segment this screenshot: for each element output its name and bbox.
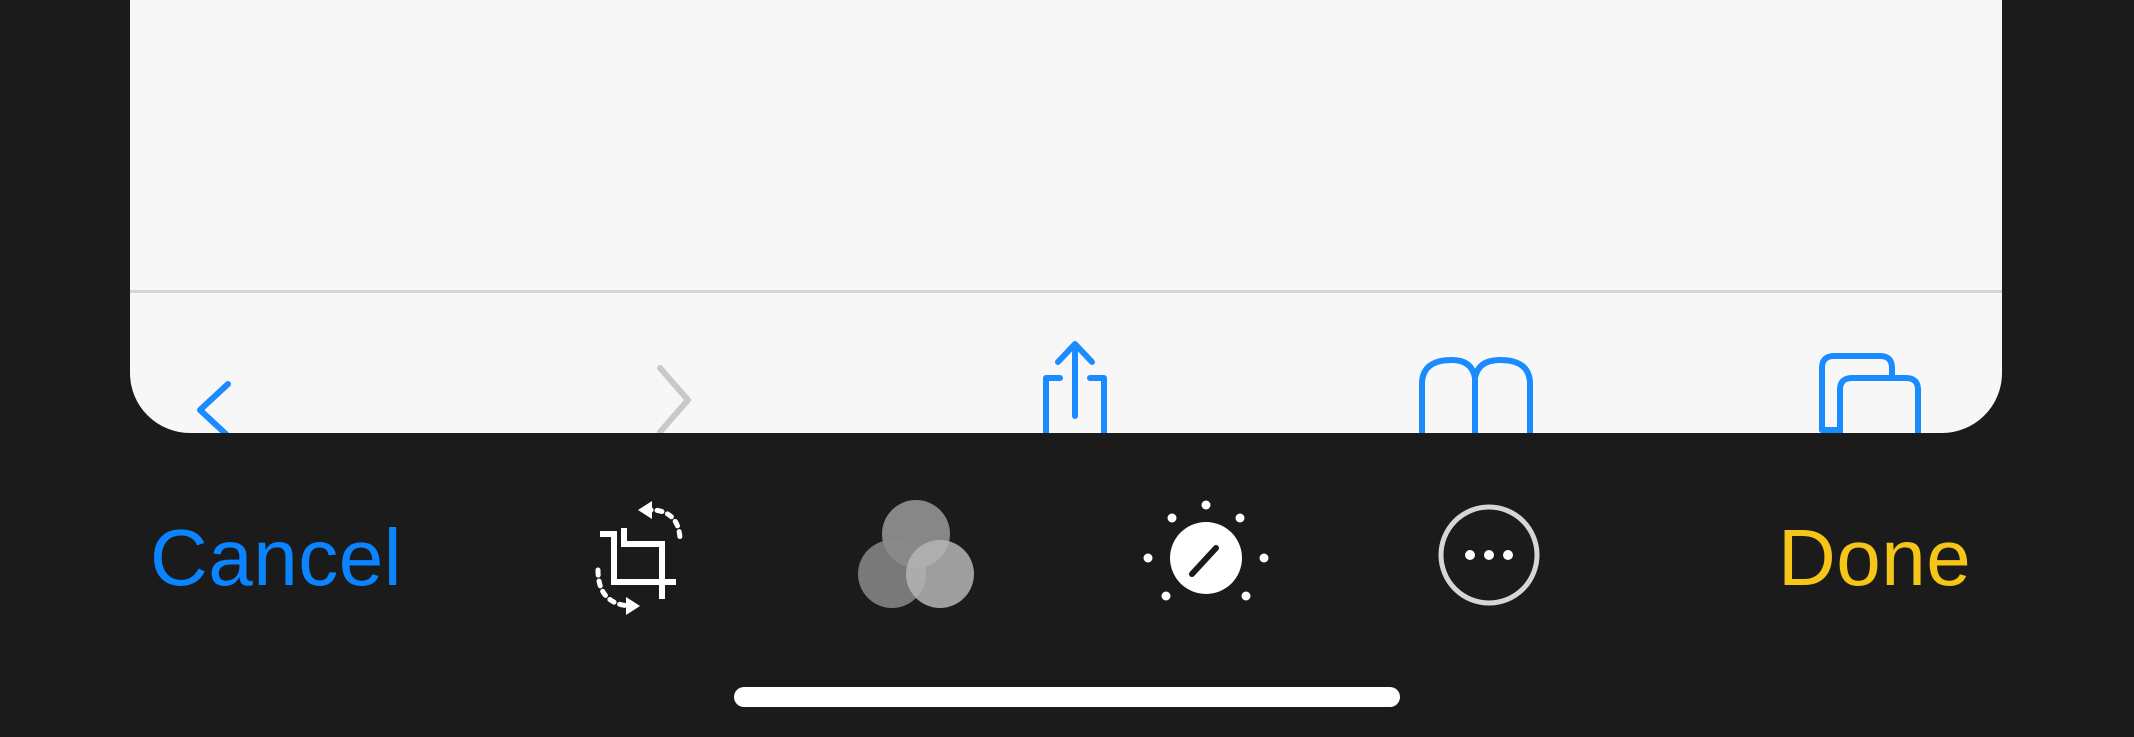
back-chevron-icon [197, 381, 231, 433]
forward-chevron-icon [657, 365, 691, 433]
share-icon [1043, 341, 1107, 433]
adjust-icon[interactable] [1142, 500, 1270, 612]
done-button[interactable]: Done [1778, 513, 1971, 603]
bookmarks-icon [1419, 357, 1533, 433]
tabs-icon [1819, 353, 1921, 433]
screenshot-preview [130, 0, 2002, 433]
filters-icon[interactable] [856, 498, 976, 614]
home-indicator[interactable] [734, 687, 1400, 707]
toolbar-divider [130, 290, 2002, 293]
photo-edit-screen: Cancel Done [0, 0, 2134, 737]
more-icon[interactable] [1436, 502, 1542, 608]
crop-rotate-icon[interactable] [586, 498, 696, 618]
cancel-button[interactable]: Cancel [150, 513, 402, 603]
